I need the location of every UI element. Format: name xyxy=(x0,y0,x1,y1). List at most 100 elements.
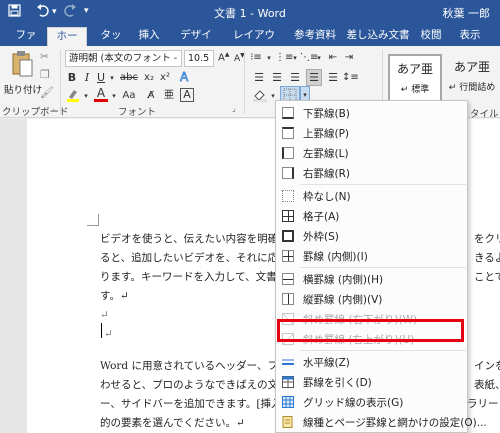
border-none-icon xyxy=(282,190,294,202)
enclose-characters-icon[interactable]: A xyxy=(180,88,194,102)
menu-item-right-border[interactable]: 右罫線(R) xyxy=(276,164,467,182)
paragraph-line[interactable]: ります。キーワードを入力して、文書 xyxy=(100,268,277,287)
menu-item-label: 右罫線(R) xyxy=(303,168,350,180)
border-inside-vertical-icon xyxy=(282,293,294,305)
paragraph-line[interactable]: わせると、プロのようなできばえの文 xyxy=(100,376,278,395)
change-case-icon[interactable]: Aa xyxy=(122,88,136,105)
paragraph-line-end[interactable]: きるよう xyxy=(474,249,500,268)
align-center-icon[interactable]: ☰ xyxy=(270,70,284,87)
paste-icon[interactable] xyxy=(8,50,36,80)
strikethrough-button[interactable]: abc xyxy=(118,70,140,87)
italic-button[interactable]: I xyxy=(82,70,92,87)
paste-button[interactable]: 貼り付け xyxy=(4,82,42,96)
menu-item-label: 縦罫線 (内側)(V) xyxy=(303,294,383,306)
draw-table-icon xyxy=(282,376,294,388)
bullets-dropdown-icon[interactable]: ▾ xyxy=(265,50,273,67)
font-launcher-icon[interactable]: ⌟ xyxy=(232,104,236,113)
multilevel-list-icon[interactable]: ⋱≡ xyxy=(300,50,318,67)
paragraph-line[interactable]: 的の要素を選んでください。↵ xyxy=(100,414,245,433)
subscript-button[interactable]: x₂ xyxy=(142,70,156,87)
tab-design[interactable]: デザイン xyxy=(172,27,220,58)
border-left-icon xyxy=(282,147,294,159)
multilevel-dropdown-icon[interactable]: ▾ xyxy=(315,50,323,67)
numbering-dropdown-icon[interactable]: ▾ xyxy=(291,50,299,67)
style-normal[interactable]: あア亜 ↵ 標準 xyxy=(388,54,442,104)
superscript-button[interactable]: x² xyxy=(158,70,172,87)
ribbon-tabs: ファイル ホーム タッチ 挿入 デザイン レイアウト 参考資料 差し込み文書 校… xyxy=(0,24,500,59)
menu-item-draw-table[interactable]: 罫線を引く(D) xyxy=(276,373,467,391)
line-spacing-icon[interactable]: ↕≡ xyxy=(342,70,359,87)
border-top-icon xyxy=(282,127,294,139)
menu-item-all-borders[interactable]: 格子(A) xyxy=(276,207,467,225)
menu-item-outside-borders[interactable]: 外枠(S) xyxy=(276,227,467,245)
menu-item-inside-borders[interactable]: 罫線 (内側)(I) xyxy=(276,247,467,265)
align-left-icon[interactable]: ☰ xyxy=(252,70,266,87)
phonetic-guide-icon[interactable]: 亜 xyxy=(162,88,176,105)
format-painter-icon[interactable]: 🖌 xyxy=(40,86,54,99)
cut-icon[interactable]: ✂ xyxy=(40,50,49,63)
empty-paragraph[interactable]: ↵ xyxy=(104,325,113,344)
tab-mailings[interactable]: 差し込み文書 xyxy=(341,27,415,46)
tab-home[interactable]: ホーム xyxy=(47,27,87,59)
paragraph-line-end[interactable]: インを組 xyxy=(474,357,500,376)
bold-button[interactable]: B xyxy=(66,70,78,87)
highlight-dropdown-icon[interactable]: ▾ xyxy=(82,88,90,105)
font-name-field[interactable]: 游明朝 (本文のフォント - 日 xyxy=(65,50,182,67)
clear-formatting-icon[interactable]: A̸ xyxy=(144,88,158,105)
underline-button[interactable]: U xyxy=(96,70,106,87)
user-name[interactable]: 秋葉 一郎 xyxy=(443,5,491,21)
menu-item-label: 罫線を引く(D) xyxy=(303,377,372,389)
justify-icon[interactable]: ☰ xyxy=(306,69,322,86)
tab-review[interactable]: 校閲 xyxy=(415,27,447,46)
distributed-icon[interactable]: ☰ xyxy=(326,70,340,87)
paragraph-line-end[interactable]: 表紙、ペ xyxy=(474,376,500,395)
menu-item-label: 格子(A) xyxy=(303,211,340,223)
menu-item-bottom-border[interactable]: 下罫線(B) xyxy=(276,104,467,122)
paragraph-line-end[interactable]: ことでで xyxy=(474,268,500,287)
paragraph-line[interactable]: ビデオを使うと、伝えたい内容を明確 xyxy=(100,230,278,249)
style-no-spacing[interactable]: あア亜 ↵ 行間詰め xyxy=(445,54,499,104)
view-gridlines-icon xyxy=(282,396,294,408)
font-color-dropdown-icon[interactable]: ▾ xyxy=(110,88,118,105)
numbering-icon[interactable]: ⋮≡ xyxy=(275,50,293,67)
text-effects-icon[interactable]: A xyxy=(178,70,192,87)
menu-item-top-border[interactable]: 上罫線(P) xyxy=(276,124,467,142)
tab-references[interactable]: 参考資料 xyxy=(290,27,340,46)
bullets-icon[interactable]: ⁝≡ xyxy=(249,50,263,67)
style-preview: あア亜 xyxy=(453,60,490,74)
menu-item-left-border[interactable]: 左罫線(L) xyxy=(276,144,467,162)
menu-item-label: 外枠(S) xyxy=(303,231,339,243)
menu-item-no-border[interactable]: 枠なし(N) xyxy=(276,187,467,205)
paragraph-line-end[interactable]: をクリッ xyxy=(474,230,500,249)
menu-item-view-gridlines[interactable]: グリッド線の表示(G) xyxy=(276,393,467,411)
menu-item-label: 水平線(Z) xyxy=(303,357,350,369)
increase-indent-icon[interactable]: ⇥ xyxy=(342,50,356,67)
font-color-button[interactable]: A xyxy=(94,86,108,102)
menu-item-horizontal-line[interactable]: 水平線(Z) xyxy=(276,353,467,371)
copy-icon[interactable]: ❐ xyxy=(40,68,50,81)
horizontal-line-icon xyxy=(282,356,294,368)
tab-layout[interactable]: レイアウト xyxy=(225,27,283,58)
tab-insert[interactable]: 挿入 xyxy=(134,27,164,46)
border-outside-icon xyxy=(282,230,294,242)
highlight-icon[interactable] xyxy=(66,88,80,105)
border-bottom-icon xyxy=(282,107,294,119)
decrease-indent-icon[interactable]: ⇤ xyxy=(326,50,340,67)
tab-file[interactable]: ファイル xyxy=(8,27,44,58)
tab-view[interactable]: 表示 xyxy=(455,27,485,46)
paragraph-line[interactable]: ると、追加したいビデオを、それに応 xyxy=(100,249,278,268)
underline-dropdown-icon[interactable]: ▾ xyxy=(108,70,116,87)
tab-touch[interactable]: タッチ xyxy=(93,27,129,58)
paragraph-line[interactable]: Word に用意されているヘッダー、フ xyxy=(100,357,278,376)
menu-item-inside-horizontal[interactable]: 横罫線 (内側)(H) xyxy=(276,270,467,288)
paragraph-line[interactable]: す。↵ xyxy=(100,287,129,306)
font-size-field[interactable]: 10.5 xyxy=(184,50,214,67)
align-right-icon[interactable]: ☰ xyxy=(288,70,302,87)
grow-font-icon[interactable]: A▲ xyxy=(218,51,229,63)
clipboard-launcher-icon[interactable]: ⌟ xyxy=(51,104,55,113)
shading-icon[interactable] xyxy=(253,88,267,105)
menu-item-borders-and-shading[interactable]: 線種とページ罫線と網かけの設定(O)... xyxy=(276,413,487,431)
menu-item-label: 枠なし(N) xyxy=(303,191,351,203)
style-name: ↵ 標準 xyxy=(400,85,430,95)
menu-item-inside-vertical[interactable]: 縦罫線 (内側)(V) xyxy=(276,290,467,308)
